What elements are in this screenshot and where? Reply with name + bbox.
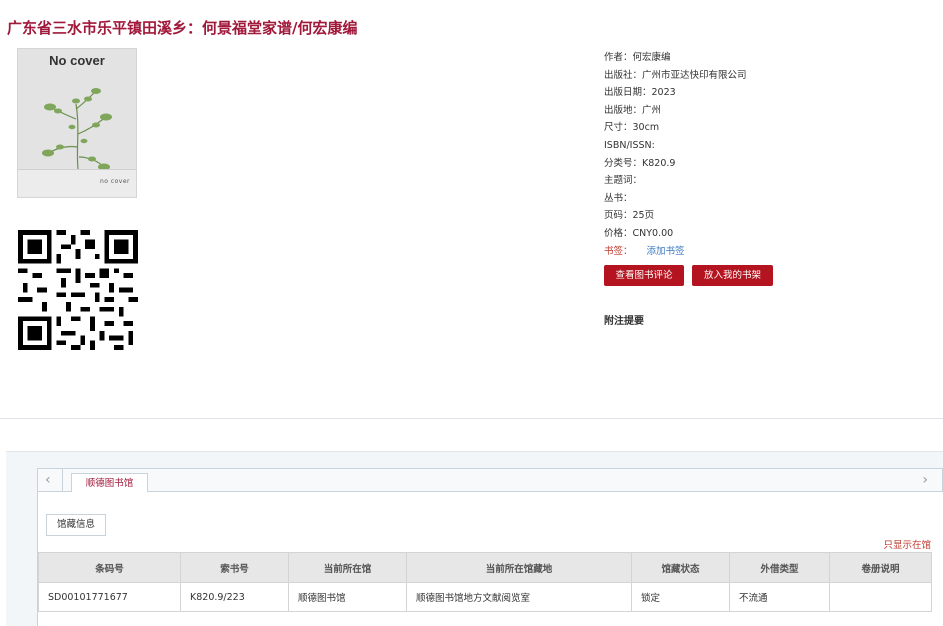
sub-tab-underline [46, 535, 106, 536]
cell-call-number: K820.9/223 [180, 582, 289, 612]
meta-label: 出版日期： [604, 87, 652, 99]
notes-label: 附注提要 [604, 316, 644, 327]
meta-value: 2023 [651, 87, 676, 99]
meta-value: 25页 [632, 210, 655, 222]
meta-label: 出版地： [604, 104, 643, 116]
meta-label: 丛书： [604, 192, 633, 204]
qr-code-image [18, 230, 138, 350]
cover-footer-text: no cover [99, 178, 130, 185]
book-cover-image: No cover no cover [17, 48, 137, 198]
section-divider [0, 418, 943, 419]
meta-label: 出版社： [604, 69, 643, 81]
meta-series: 丛书： [604, 190, 747, 208]
col-call-number: 索书号 [180, 552, 289, 583]
cell-current-library: 顺德图书馆 [288, 582, 407, 612]
meta-label: 作者： [604, 52, 633, 63]
meta-value: K820.9 [642, 157, 676, 169]
add-to-shelf-button[interactable]: 放入我的书架 [692, 265, 773, 286]
table-row: SD00101771677 K820.9/223 顺德图书馆 顺德图书馆地方文献… [38, 582, 932, 612]
cell-loan-type: 不流通 [729, 582, 830, 612]
col-volume-note: 卷册说明 [829, 552, 932, 583]
add-bookmark-link[interactable]: 添加书签 [647, 246, 685, 257]
meta-publisher: 出版社：广州市亚达快印有限公司 [604, 67, 747, 85]
view-reviews-button[interactable]: 查看图书评论 [604, 265, 684, 286]
col-barcode: 条码号 [38, 552, 181, 583]
col-status: 馆藏状态 [631, 552, 730, 583]
meta-value: 广州市亚达快印有限公司 [642, 69, 747, 81]
table-header-row: 条码号 索书号 当前所在馆 当前所在馆藏地 馆藏状态 外借类型 卷册说明 [38, 552, 932, 583]
meta-label: 价格： [604, 227, 633, 239]
only-show-available-link[interactable]: 只显示在馆 [883, 537, 931, 551]
meta-value: CNY0.00 [632, 227, 674, 239]
library-tab-bar: ‹ › [37, 468, 943, 492]
meta-isbn: ISBN/ISSN: [604, 137, 747, 155]
tab-library[interactable]: 顺德图书馆 [71, 473, 148, 493]
tab-holdings-info[interactable]: 馆藏信息 [46, 514, 106, 535]
cell-volume-note [829, 582, 932, 612]
col-current-library: 当前所在馆 [288, 552, 407, 583]
meta-label: 分类号： [604, 157, 643, 169]
meta-classification: 分类号：K820.9 [604, 155, 747, 173]
meta-pages: 页码：25页 [604, 207, 747, 225]
meta-author: 作者：何宏康编 [604, 49, 747, 67]
meta-subject: 主题词： [604, 172, 747, 190]
meta-size: 尺寸：30cm [604, 119, 747, 137]
meta-label: 页码： [604, 210, 633, 222]
meta-pub-date: 出版日期：2023 [604, 84, 747, 102]
cell-barcode: SD00101771677 [38, 582, 181, 612]
tabbar-separator [62, 469, 63, 491]
cell-current-location: 顺德图书馆地方文献阅览室 [406, 582, 632, 612]
meta-value: 30cm [632, 122, 660, 134]
meta-label: ISBN/ISSN: [604, 139, 655, 151]
cell-status: 锁定 [631, 582, 730, 612]
meta-pub-place: 出版地：广州 [604, 102, 747, 120]
meta-value: 广州 [642, 104, 662, 116]
meta-value: 何宏康编 [632, 52, 671, 63]
holdings-table: 条码号 索书号 当前所在馆 当前所在馆藏地 馆藏状态 外借类型 卷册说明 SD0… [38, 552, 932, 612]
meta-label: 尺寸： [604, 122, 633, 134]
meta-label: 主题词： [604, 175, 643, 187]
meta-price: 价格：CNY0.00 [604, 225, 747, 243]
book-metadata: 作者：何宏康编 出版社：广州市亚达快印有限公司 出版日期：2023 出版地：广州… [604, 49, 747, 260]
chevron-right-icon[interactable]: › [922, 472, 928, 488]
page-title: 广东省三水市乐平镇田溪乡：何景福堂家谱/何宏康编 [7, 19, 358, 37]
col-current-location: 当前所在馆藏地 [406, 552, 632, 583]
chevron-left-icon[interactable]: ‹ [45, 472, 51, 488]
col-loan-type: 外借类型 [729, 552, 830, 583]
cover-footer: no cover [18, 169, 136, 197]
meta-bookmark: 书签： 添加书签 [604, 243, 747, 261]
bookmark-label: 书签： [604, 245, 633, 257]
